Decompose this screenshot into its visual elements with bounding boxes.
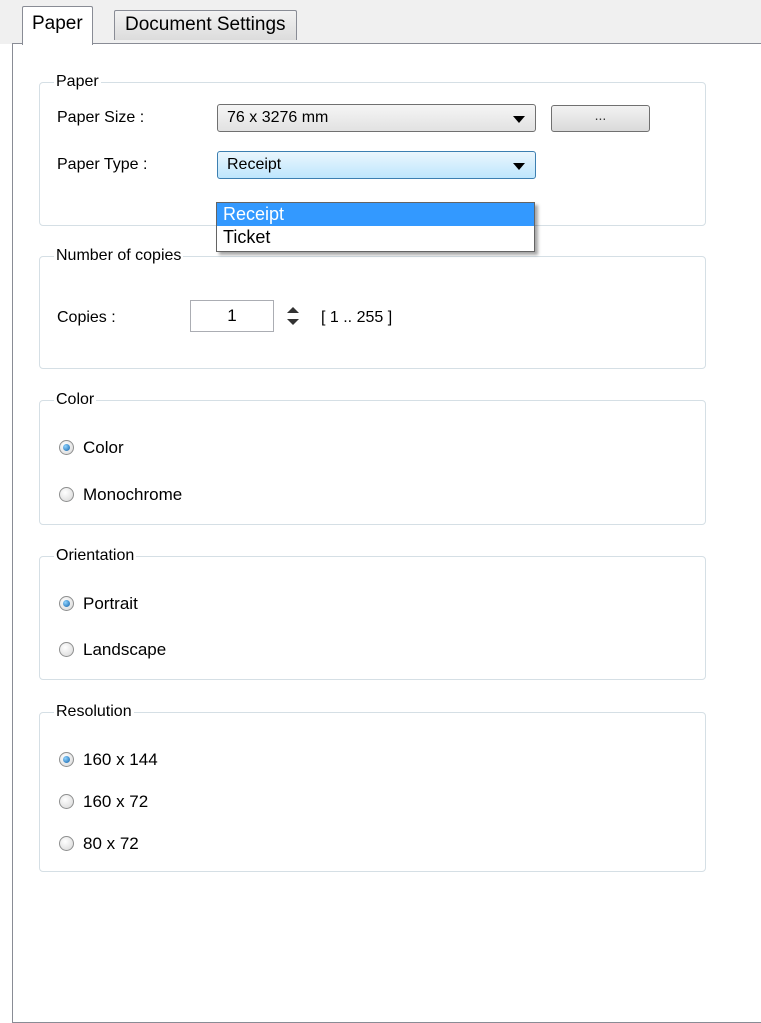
spin-down-icon[interactable] — [287, 319, 299, 325]
copies-label: Copies : — [57, 309, 116, 326]
tab-panel: Paper Paper Size : 76 x 3276 mm ... Pape… — [12, 43, 761, 1023]
paper-type-value: Receipt — [227, 156, 282, 173]
copies-spinner[interactable] — [286, 300, 300, 332]
dropdown-option-receipt[interactable]: Receipt — [217, 203, 534, 226]
radio-portrait-label: Portrait — [83, 594, 138, 613]
radio-checked-icon[interactable] — [59, 752, 74, 767]
radio-checked-icon[interactable] — [59, 440, 74, 455]
spin-up-icon[interactable] — [287, 307, 299, 313]
radio-monochrome-label: Monochrome — [83, 485, 183, 504]
color-group-title: Color — [54, 390, 97, 410]
radio-unchecked-icon[interactable] — [59, 836, 74, 851]
chevron-down-icon — [513, 163, 525, 170]
resolution-group-title: Resolution — [54, 702, 134, 722]
dropdown-option-ticket[interactable]: Ticket — [217, 226, 534, 249]
paper-group-title: Paper — [54, 72, 101, 92]
copies-group: Number of copies Copies : 1 [ 1 .. 255 ] — [39, 246, 706, 369]
radio-80x72-label: 80 x 72 — [83, 834, 139, 853]
radio-checked-icon[interactable] — [59, 596, 74, 611]
copies-range: [ 1 .. 255 ] — [321, 309, 393, 326]
paper-size-label: Paper Size : — [57, 109, 145, 126]
radio-unchecked-icon[interactable] — [59, 794, 74, 809]
chevron-down-icon — [513, 116, 525, 123]
paper-type-select[interactable]: Receipt — [217, 151, 536, 179]
radio-160x72-label: 160 x 72 — [83, 792, 149, 811]
radio-color-label: Color — [83, 438, 124, 457]
paper-size-select[interactable]: 76 x 3276 mm — [217, 104, 536, 132]
radio-unchecked-icon[interactable] — [59, 487, 74, 502]
orientation-group: Orientation Portrait Landscape — [39, 546, 706, 680]
paper-type-dropdown: Receipt Ticket — [216, 202, 535, 252]
tab-strip: Paper Document Settings — [0, 0, 761, 45]
copies-group-title: Number of copies — [54, 246, 184, 266]
radio-160x144-label: 160 x 144 — [83, 750, 158, 769]
orientation-group-title: Orientation — [54, 546, 137, 566]
radio-unchecked-icon[interactable] — [59, 642, 74, 657]
copies-input[interactable]: 1 — [190, 300, 274, 332]
paper-size-value: 76 x 3276 mm — [227, 109, 329, 126]
resolution-group: Resolution 160 x 144 160 x 72 80 x 72 — [39, 702, 706, 872]
radio-landscape-label: Landscape — [83, 640, 167, 659]
paper-type-label: Paper Type : — [57, 156, 148, 173]
tab-document-settings[interactable]: Document Settings — [114, 10, 297, 40]
tab-paper[interactable]: Paper — [22, 6, 93, 45]
paper-size-browse-button[interactable]: ... — [551, 105, 650, 132]
color-group: Color Color Monochrome — [39, 390, 706, 525]
